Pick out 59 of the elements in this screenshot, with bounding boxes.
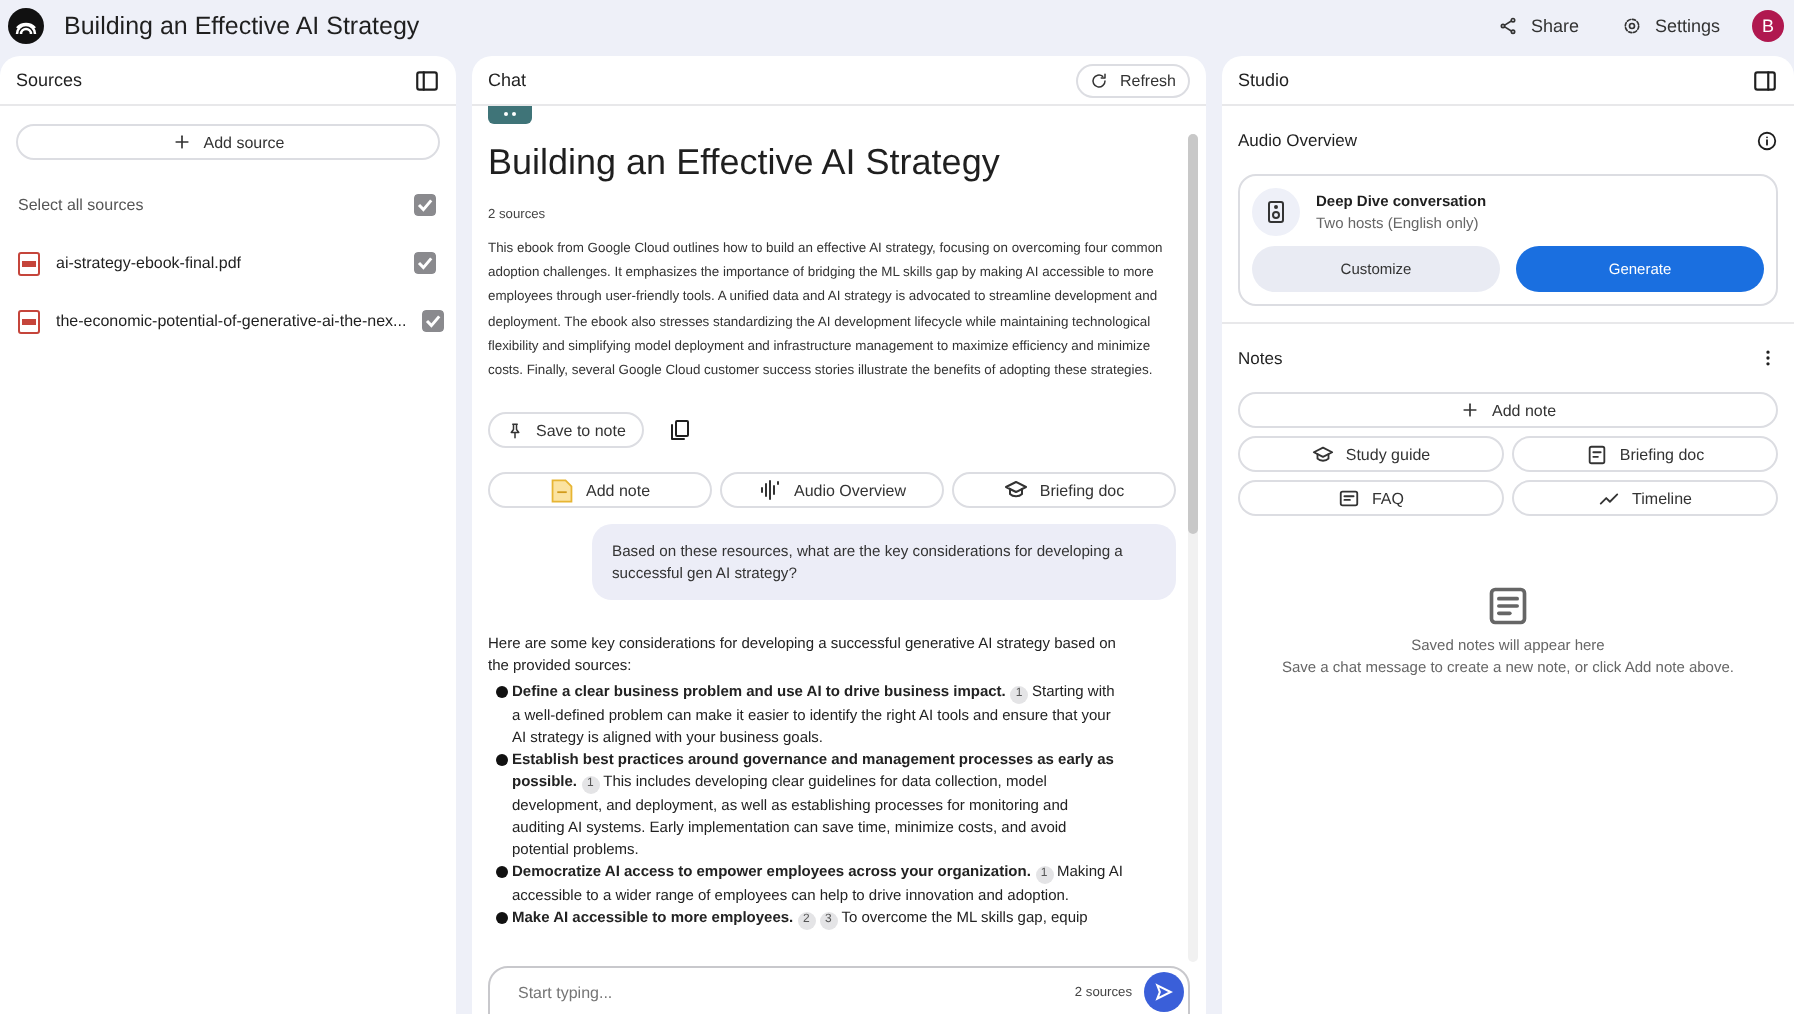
checkbox[interactable] xyxy=(422,310,445,332)
faq-icon xyxy=(1337,487,1360,509)
graduation-cap-icon xyxy=(1311,443,1334,465)
notebook-heading: Building an Effective AI Strategy xyxy=(488,142,1002,184)
user-avatar[interactable]: B xyxy=(1752,10,1784,42)
panel-title: Studio xyxy=(1238,70,1290,90)
chat-input-field[interactable]: Start typing... xyxy=(514,981,1063,1003)
note-type-button[interactable]: FAQ xyxy=(1238,480,1504,516)
suggestion-button[interactable]: Briefing doc xyxy=(952,472,1176,509)
refresh-button[interactable]: Refresh xyxy=(1075,63,1190,97)
pdf-file-icon xyxy=(18,309,40,333)
bullet-dot xyxy=(496,686,508,699)
send-icon xyxy=(1154,982,1174,1002)
panel-toggle-icon xyxy=(414,67,440,93)
notebook-emoji-icon xyxy=(488,106,532,126)
section-title: Notes xyxy=(1238,348,1283,368)
suggestion-button[interactable]: Audio Overview xyxy=(720,472,944,509)
document-icon xyxy=(1585,443,1608,465)
suggestion-button[interactable]: Add note xyxy=(488,472,712,509)
add-source-button[interactable]: Add source xyxy=(16,124,440,160)
note-type-button[interactable]: Briefing doc xyxy=(1512,436,1778,472)
waveform-icon xyxy=(757,478,782,503)
settings-icon xyxy=(1622,16,1643,36)
note-type-button[interactable]: Timeline xyxy=(1512,480,1778,516)
info-icon xyxy=(1756,129,1778,151)
source-item[interactable]: the-economic-potential-of-generative-ai-the-nex... xyxy=(56,312,407,330)
section-title: Audio Overview xyxy=(1238,130,1358,150)
panel-title: Chat xyxy=(488,70,527,90)
save-to-note-button[interactable]: Save to note xyxy=(488,412,644,449)
pin-icon xyxy=(506,421,524,440)
panel-toggle-icon xyxy=(1752,67,1778,93)
bullet-dot xyxy=(496,754,508,767)
add-note-button[interactable]: Add note xyxy=(1238,392,1778,428)
share-icon xyxy=(1498,16,1519,36)
trend-line-icon xyxy=(1598,487,1621,509)
plus-icon xyxy=(1459,400,1480,420)
checkbox[interactable] xyxy=(414,252,436,274)
notebook-title: Building an Effective AI Strategy xyxy=(64,12,422,40)
copy-button[interactable] xyxy=(667,418,692,443)
bullet-dot xyxy=(496,866,508,879)
share-button[interactable]: Share xyxy=(1486,8,1591,44)
notes-document-icon xyxy=(1486,584,1530,628)
scrollbar[interactable] xyxy=(1188,134,1198,962)
checkbox[interactable] xyxy=(414,194,436,216)
speaker-icon xyxy=(1252,188,1300,236)
plus-icon xyxy=(171,132,192,152)
note-icon xyxy=(549,477,574,504)
graduation-cap-icon xyxy=(1003,478,1028,503)
refresh-icon xyxy=(1089,71,1108,89)
pdf-file-icon xyxy=(18,251,40,275)
app-logo[interactable] xyxy=(8,8,44,44)
bullet-dot xyxy=(496,912,508,925)
panel-title: Sources xyxy=(16,70,83,90)
note-type-button[interactable]: Study guide xyxy=(1238,436,1504,472)
source-item[interactable]: ai-strategy-ebook-final.pdf xyxy=(56,254,398,272)
select-all-label: Select all sources xyxy=(18,196,146,214)
copy-icon xyxy=(667,418,692,443)
settings-button[interactable]: Settings xyxy=(1610,8,1732,44)
send-button[interactable] xyxy=(1144,972,1184,1012)
